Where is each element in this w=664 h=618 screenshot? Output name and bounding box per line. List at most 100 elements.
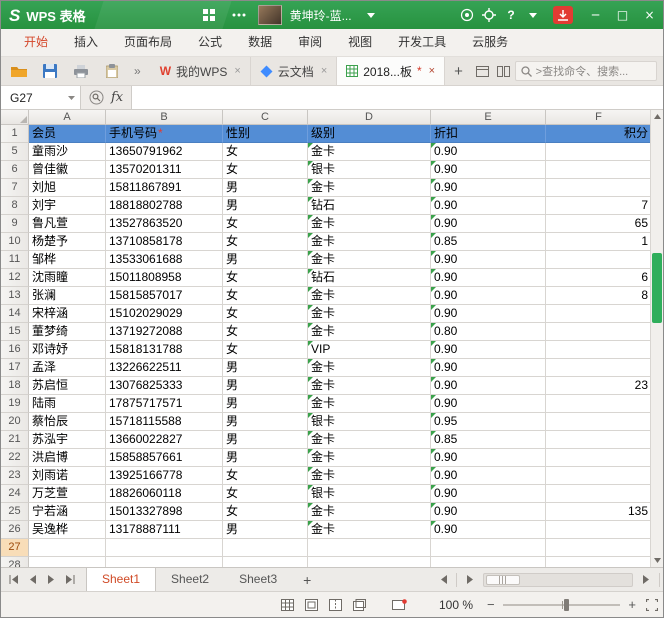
cell-A7[interactable]: 刘旭 (29, 179, 106, 197)
row-header-19[interactable]: 19 (1, 395, 29, 413)
cell-E23[interactable]: 0.90 (431, 467, 546, 485)
formula-input[interactable] (131, 86, 663, 109)
cell-E14[interactable]: 0.90 (431, 305, 546, 323)
cell-B12[interactable]: 15011808958 (106, 269, 223, 287)
cell-D17[interactable]: 金卡 (308, 359, 431, 377)
cell-F13[interactable]: 8 (546, 287, 650, 305)
cell-B21[interactable]: 13660022827 (106, 431, 223, 449)
row-header-1[interactable]: 1 (1, 125, 29, 143)
doc-tab-active-workbook[interactable]: 2018...板 * × (337, 57, 445, 85)
split-view-icon[interactable] (493, 60, 514, 82)
tab-insert[interactable]: 插入 (61, 29, 111, 56)
cell-B11[interactable]: 13533061688 (106, 251, 223, 269)
cell-B24[interactable]: 18826060118 (106, 485, 223, 503)
cell-C22[interactable]: 男 (223, 449, 308, 467)
header-cell-E1[interactable]: 折扣 (431, 125, 546, 143)
cell-C12[interactable]: 女 (223, 269, 308, 287)
cell-F6[interactable] (546, 161, 650, 179)
row-header-16[interactable]: 16 (1, 341, 29, 359)
row-header-22[interactable]: 22 (1, 449, 29, 467)
cell-D27[interactable] (308, 539, 431, 557)
cell-D26[interactable]: 金卡 (308, 521, 431, 539)
cell-C6[interactable]: 女 (223, 161, 308, 179)
cell-E6[interactable]: 0.90 (431, 161, 546, 179)
cell-F21[interactable] (546, 431, 650, 449)
cell-B27[interactable] (106, 539, 223, 557)
cell-F26[interactable] (546, 521, 650, 539)
cell-F11[interactable] (546, 251, 650, 269)
row-header-23[interactable]: 23 (1, 467, 29, 485)
cell-B20[interactable]: 15718115588 (106, 413, 223, 431)
select-all-corner[interactable] (1, 110, 29, 125)
cell-D21[interactable]: 金卡 (308, 431, 431, 449)
titlebar-caret-icon[interactable] (522, 1, 544, 29)
cell-F16[interactable] (546, 341, 650, 359)
new-tab-button[interactable]: + (445, 63, 472, 80)
cell-E17[interactable]: 0.90 (431, 359, 546, 377)
cell-A10[interactable]: 杨楚予 (29, 233, 106, 251)
cell-C25[interactable]: 女 (223, 503, 308, 521)
name-box[interactable]: G27 (1, 86, 81, 109)
cell-A13[interactable]: 张澜 (29, 287, 106, 305)
cell-B18[interactable]: 13076825333 (106, 377, 223, 395)
cell-A12[interactable]: 沈雨瞳 (29, 269, 106, 287)
open-folder-icon[interactable] (8, 60, 30, 82)
maximize-button[interactable]: □ (609, 1, 636, 29)
cell-C16[interactable]: 女 (223, 341, 308, 359)
cell-C20[interactable]: 男 (223, 413, 308, 431)
cell-E25[interactable]: 0.90 (431, 503, 546, 521)
close-button[interactable]: × (636, 1, 663, 29)
column-header-E[interactable]: E (431, 110, 546, 125)
last-sheet-icon[interactable] (62, 572, 78, 588)
cell-E9[interactable]: 0.90 (431, 215, 546, 233)
cell-F24[interactable] (546, 485, 650, 503)
search-commands-icon[interactable] (89, 90, 104, 105)
row-header-21[interactable]: 21 (1, 431, 29, 449)
first-sheet-icon[interactable] (5, 572, 21, 588)
cell-A11[interactable]: 邹桦 (29, 251, 106, 269)
row-header-18[interactable]: 18 (1, 377, 29, 395)
column-header-D[interactable]: D (308, 110, 431, 125)
help-icon[interactable]: ? (500, 1, 522, 29)
cell-B16[interactable]: 15818131788 (106, 341, 223, 359)
scroll-right-icon[interactable] (462, 572, 478, 588)
next-sheet-icon[interactable] (43, 572, 59, 588)
cell-B10[interactable]: 13710858178 (106, 233, 223, 251)
more-tools-chevron[interactable]: » (134, 64, 141, 78)
cell-F20[interactable] (546, 413, 650, 431)
cell-A21[interactable]: 苏泓宇 (29, 431, 106, 449)
row-header-26[interactable]: 26 (1, 521, 29, 539)
cell-A6[interactable]: 曾佳徽 (29, 161, 106, 179)
cell-F27[interactable] (546, 539, 650, 557)
cell-D16[interactable]: VIP (308, 341, 431, 359)
doc-tab-cloud-docs[interactable]: 云文档 × (251, 57, 337, 85)
page-break-view-icon[interactable] (329, 599, 342, 611)
cell-D10[interactable]: 金卡 (308, 233, 431, 251)
add-sheet-button[interactable]: + (292, 572, 322, 588)
tab-view[interactable]: 视图 (335, 29, 385, 56)
minimize-button[interactable]: ─ (582, 1, 609, 29)
cell-A22[interactable]: 洪启博 (29, 449, 106, 467)
cell-D9[interactable]: 金卡 (308, 215, 431, 233)
tab-cloud-service[interactable]: 云服务 (459, 29, 521, 56)
page-layout-view-icon[interactable] (305, 599, 318, 611)
close-tab-icon[interactable]: × (429, 65, 435, 77)
insert-function-button[interactable]: fx (111, 90, 123, 105)
cell-B28[interactable] (106, 557, 223, 567)
cell-A16[interactable]: 邓诗妤 (29, 341, 106, 359)
cell-F18[interactable]: 23 (546, 377, 650, 395)
cell-D13[interactable]: 金卡 (308, 287, 431, 305)
row-header-11[interactable]: 11 (1, 251, 29, 269)
cell-C17[interactable]: 男 (223, 359, 308, 377)
wps-logo[interactable]: S WPS 表格 (9, 6, 86, 25)
cell-C10[interactable]: 女 (223, 233, 308, 251)
custom-view-icon[interactable] (353, 599, 366, 611)
user-name[interactable]: 黄坤玲-蓝... (290, 7, 352, 24)
cell-B5[interactable]: 13650791962 (106, 143, 223, 161)
row-header-15[interactable]: 15 (1, 323, 29, 341)
cell-F28[interactable] (546, 557, 650, 567)
cell-D14[interactable]: 金卡 (308, 305, 431, 323)
tab-page-layout[interactable]: 页面布局 (111, 29, 185, 56)
cell-F9[interactable]: 65 (546, 215, 650, 233)
cell-E24[interactable]: 0.90 (431, 485, 546, 503)
